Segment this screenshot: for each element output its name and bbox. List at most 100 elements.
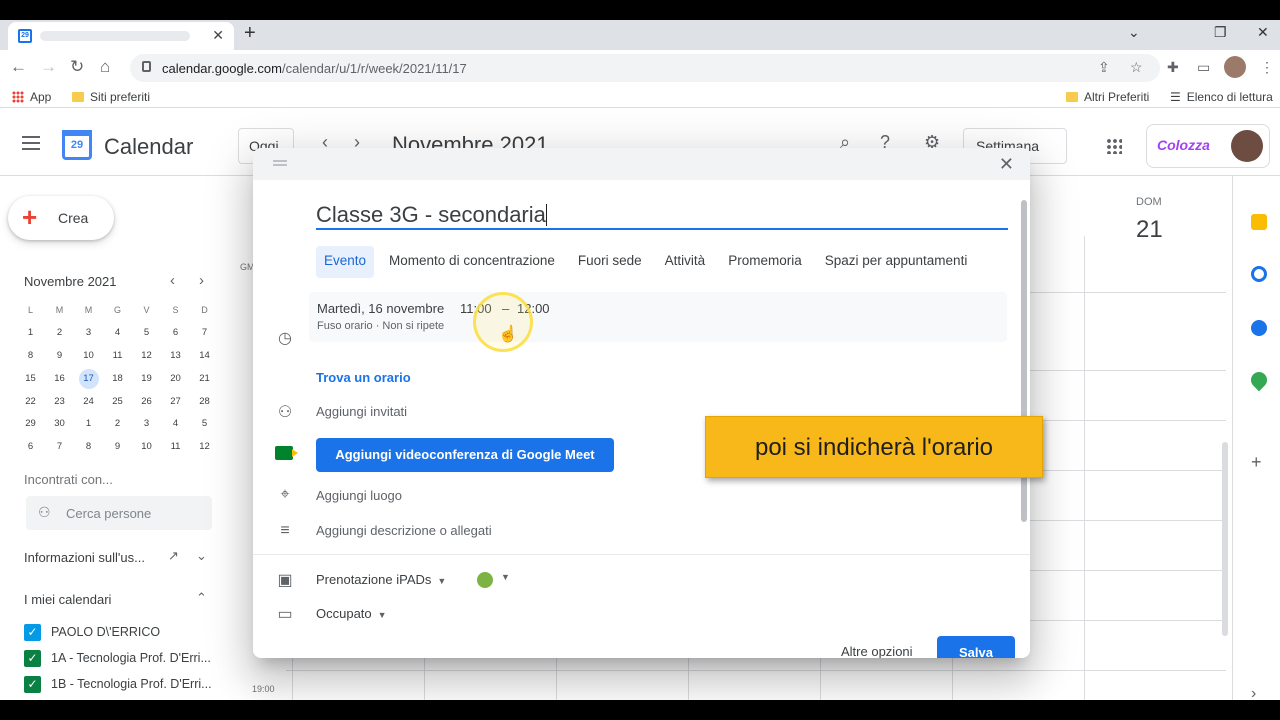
mini-day[interactable]: 4 <box>103 323 132 346</box>
tab-search-icon[interactable]: ⌄ <box>1128 24 1140 41</box>
day-number-21[interactable]: 21 <box>1136 216 1163 244</box>
mini-day[interactable]: 19 <box>132 369 161 392</box>
bookmark-star-icon[interactable]: ☆ <box>1130 59 1143 76</box>
save-button[interactable]: Salva <box>937 636 1015 658</box>
mini-day[interactable]: 28 <box>190 392 219 415</box>
mini-day[interactable]: 1 <box>74 414 103 437</box>
close-icon[interactable]: ✕ <box>999 154 1014 175</box>
mini-day[interactable]: 10 <box>74 346 103 369</box>
event-date[interactable]: Martedì, 16 novembre <box>317 301 444 316</box>
checkbox-checked-icon[interactable]: ✓ <box>24 650 41 667</box>
forward-icon[interactable]: → <box>40 57 57 77</box>
date-time-box[interactable]: Martedì, 16 novembre 11:00 – 12:00 Fuso … <box>309 292 1007 342</box>
event-title-input[interactable]: Classe 3G - secondaria <box>316 198 1008 230</box>
expand-panel-icon[interactable]: › <box>1251 686 1267 701</box>
checkbox-checked-icon[interactable]: ✓ <box>24 624 41 641</box>
drag-handle-icon[interactable] <box>273 160 287 166</box>
window-restore-icon[interactable]: ❐ <box>1214 24 1227 41</box>
chevron-down-icon[interactable]: ⌄ <box>196 548 207 564</box>
add-location-field[interactable]: Aggiungi luogo <box>316 488 402 503</box>
tasks-icon[interactable] <box>1251 266 1267 282</box>
more-options-button[interactable]: Altre opzioni <box>841 644 913 658</box>
add-guests-field[interactable]: Aggiungi invitati <box>316 404 407 419</box>
checkbox-checked-icon[interactable]: ✓ <box>24 676 41 693</box>
mini-day[interactable]: 26 <box>132 392 161 415</box>
mini-day[interactable]: 12 <box>190 437 219 460</box>
mini-day[interactable]: 13 <box>161 346 190 369</box>
bookmark-reading-list[interactable]: ☰ Elenco di lettura <box>1170 90 1273 104</box>
event-type-tab[interactable]: Attività <box>657 246 714 278</box>
tab-close-icon[interactable]: ✕ <box>212 27 224 44</box>
mini-day[interactable]: 8 <box>16 346 45 369</box>
mini-day[interactable]: 21 <box>190 369 219 392</box>
mini-day[interactable]: 10 <box>132 437 161 460</box>
grid-scrollbar[interactable] <box>1222 442 1228 636</box>
mini-day[interactable]: 4 <box>161 414 190 437</box>
main-menu-icon[interactable] <box>22 136 40 150</box>
maps-icon[interactable] <box>1247 368 1271 392</box>
add-addon-icon[interactable]: + <box>1251 453 1267 471</box>
back-icon[interactable]: ← <box>10 57 27 77</box>
bookmark-apps[interactable]: App <box>12 90 51 104</box>
mini-day[interactable]: 8 <box>74 437 103 460</box>
mini-day[interactable]: 5 <box>132 323 161 346</box>
event-color-swatch[interactable] <box>477 572 493 588</box>
mini-day[interactable]: 23 <box>45 392 74 415</box>
account-switcher[interactable]: Colozza <box>1146 124 1270 168</box>
window-close-icon[interactable]: ✕ <box>1257 24 1269 41</box>
google-apps-icon[interactable] <box>1106 138 1122 154</box>
reload-icon[interactable]: ↻ <box>70 57 84 77</box>
mini-day[interactable]: 12 <box>132 346 161 369</box>
mini-prev-icon[interactable]: ‹ <box>170 272 175 289</box>
event-type-tab[interactable]: Spazi per appuntamenti <box>817 246 976 278</box>
mini-day[interactable]: 27 <box>161 392 190 415</box>
mini-day[interactable]: 6 <box>161 323 190 346</box>
mini-day[interactable]: 29 <box>16 414 45 437</box>
mini-day[interactable]: 3 <box>74 323 103 346</box>
color-dropdown-icon[interactable]: ▼ <box>501 572 510 582</box>
home-icon[interactable]: ⌂ <box>100 57 110 77</box>
mini-day[interactable]: 1 <box>16 323 45 346</box>
mini-day[interactable]: 11 <box>103 346 132 369</box>
usage-info-label[interactable]: Informazioni sull'us... <box>24 550 145 565</box>
event-type-tab[interactable]: Promemoria <box>720 246 810 278</box>
search-people-input[interactable]: ⚇ Cerca persone <box>26 496 212 530</box>
mini-day[interactable]: 2 <box>45 323 74 346</box>
add-description-field[interactable]: Aggiungi descrizione o allegati <box>316 523 492 538</box>
mini-day[interactable]: 3 <box>132 414 161 437</box>
event-type-tab[interactable]: Momento di concentrazione <box>381 246 563 278</box>
share-icon[interactable]: ⇪ <box>1098 59 1110 76</box>
contacts-icon[interactable] <box>1251 320 1267 336</box>
mini-day[interactable]: 20 <box>161 369 190 392</box>
create-button[interactable]: + Crea <box>8 196 114 240</box>
calendar-select[interactable]: Prenotazione iPADs ▼ <box>316 572 446 587</box>
mini-day[interactable]: 6 <box>16 437 45 460</box>
mini-day[interactable]: 7 <box>45 437 74 460</box>
mini-day[interactable]: 5 <box>190 414 219 437</box>
extensions-icon[interactable]: ✚ <box>1167 59 1179 76</box>
chevron-up-icon[interactable]: ⌃ <box>196 590 207 606</box>
timezone-repeat[interactable]: Fuso orario · Non si ripete <box>317 320 444 332</box>
add-meet-button[interactable]: Aggiungi videoconferenza di Google Meet <box>316 438 614 472</box>
profile-avatar[interactable] <box>1224 56 1246 78</box>
keep-icon[interactable] <box>1251 214 1267 230</box>
mini-day[interactable]: 7 <box>190 323 219 346</box>
insights-icon[interactable]: ↗ <box>168 548 179 564</box>
mini-day[interactable]: 22 <box>16 392 45 415</box>
dialog-drag-bar[interactable]: ✕ <box>253 148 1030 180</box>
mini-day[interactable]: 14 <box>190 346 219 369</box>
browser-tab[interactable]: 29 ✕ <box>8 22 234 50</box>
event-type-tab[interactable]: Evento <box>316 246 375 278</box>
find-time-link[interactable]: Trova un orario <box>316 370 411 385</box>
address-bar[interactable]: calendar.google.com/calendar/u/1/r/week/… <box>130 54 1160 82</box>
bookmark-siti-preferiti[interactable]: Siti preferiti <box>72 90 150 104</box>
mini-day[interactable]: 16 <box>45 369 74 392</box>
my-calendars-label[interactable]: I miei calendari <box>24 592 111 607</box>
mini-day[interactable]: 24 <box>74 392 103 415</box>
new-tab-button[interactable]: + <box>244 22 256 45</box>
bookmark-altri-preferiti[interactable]: Altri Preferiti <box>1066 90 1149 104</box>
event-type-tab[interactable]: Fuori sede <box>570 246 650 278</box>
mini-day[interactable]: 18 <box>103 369 132 392</box>
mini-day[interactable]: 30 <box>45 414 74 437</box>
mini-day[interactable]: 2 <box>103 414 132 437</box>
